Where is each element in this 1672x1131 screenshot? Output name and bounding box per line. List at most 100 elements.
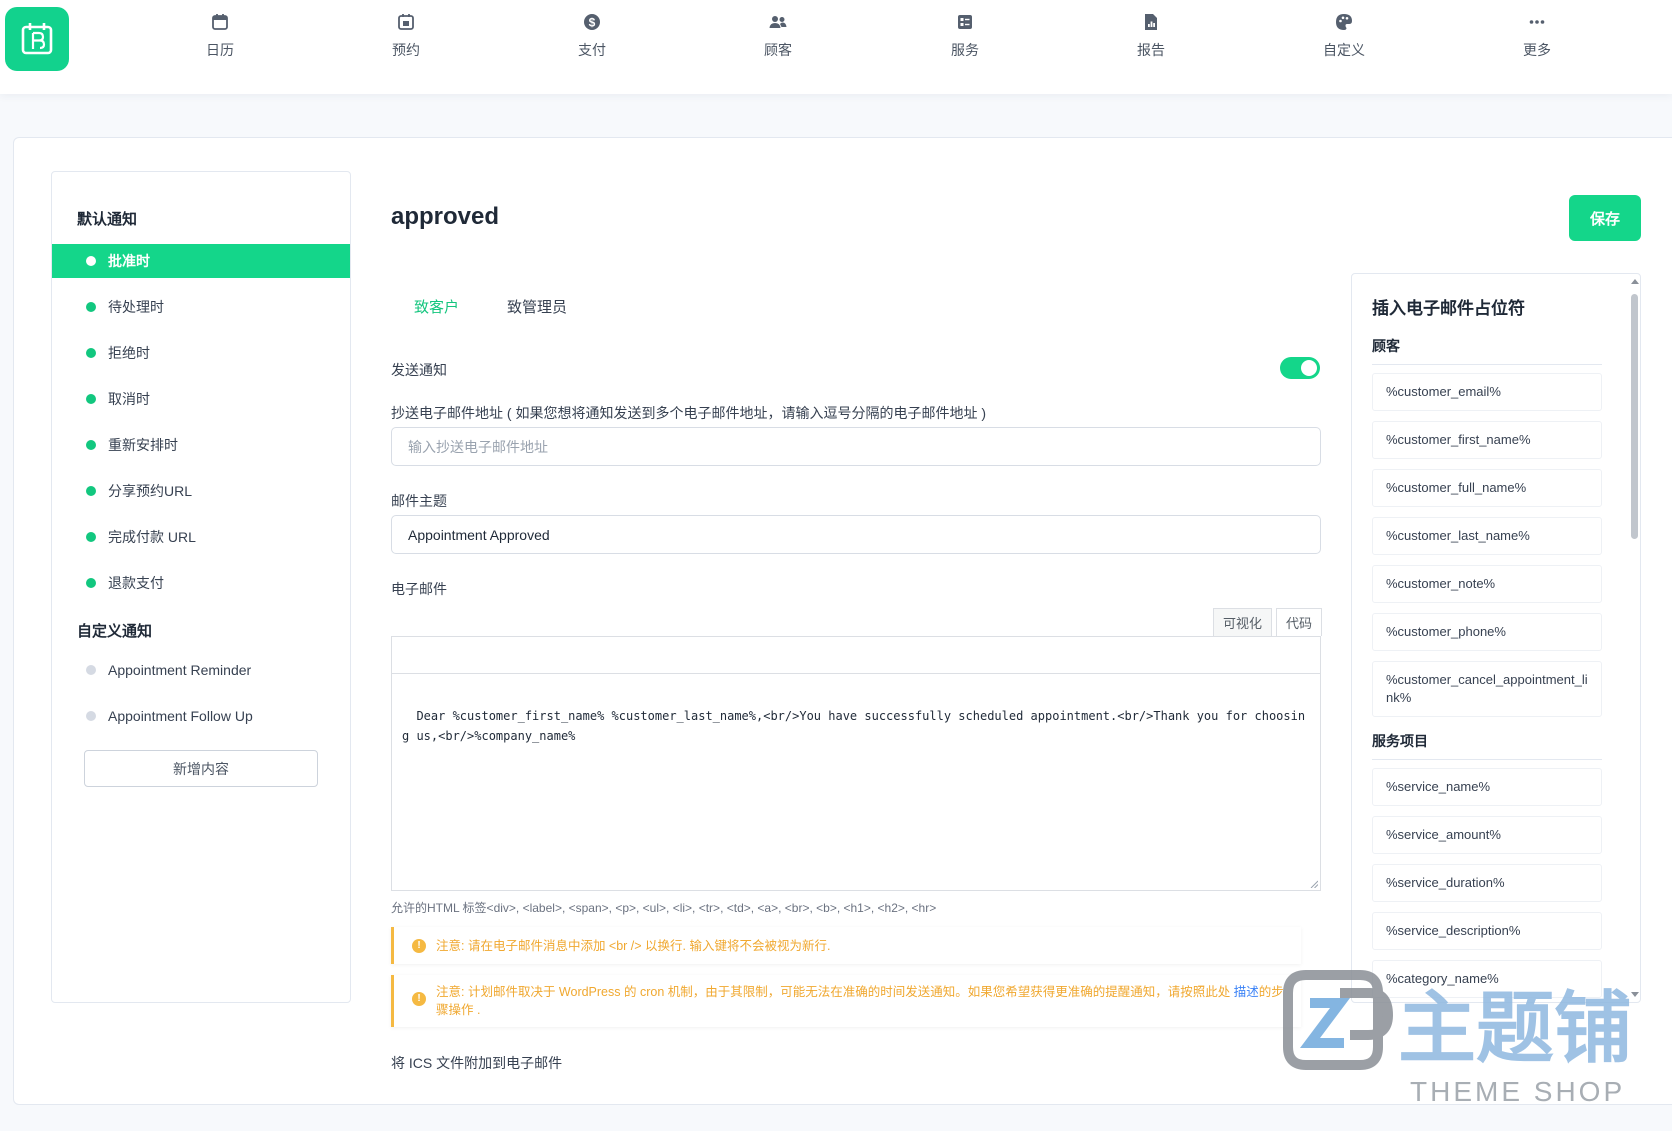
- cron-notice: ! 注意: 计划邮件取决于 WordPress 的 cron 机制，由于其限制，…: [391, 975, 1301, 1027]
- status-dot: [86, 532, 96, 542]
- email-body-editor[interactable]: Dear %customer_first_name% %customer_las…: [391, 673, 1321, 891]
- watermark-main-text: 主题铺: [1398, 984, 1632, 1074]
- sidebar-item-label: 完成付款 URL: [108, 529, 196, 545]
- subject-label: 邮件主题: [391, 493, 447, 509]
- nav-label: 报告: [1137, 42, 1165, 58]
- placeholder-panel-title: 插入电子邮件占位符: [1372, 299, 1525, 318]
- status-dot: [86, 440, 96, 450]
- palette-icon: [1336, 14, 1352, 30]
- tab-to-customer[interactable]: 致客户: [414, 296, 459, 317]
- sidebar-item-payment-url[interactable]: 完成付款 URL: [52, 520, 350, 554]
- placeholder-item[interactable]: %service_amount%: [1372, 816, 1602, 854]
- sidebar-item-label: 待处理时: [108, 299, 164, 315]
- toggle-knob: [1301, 360, 1317, 376]
- nav-item-payments[interactable]: $ 支付: [537, 12, 647, 72]
- notice-text-main: 注意: 计划邮件取决于 WordPress 的 cron 机制，由于其限制，可能…: [436, 985, 1231, 999]
- nav-item-calendar[interactable]: 日历: [165, 12, 275, 72]
- watermark: 主题铺 THEME SHOP: [1280, 963, 1660, 1113]
- notice-text: 注意: 计划邮件取决于 WordPress 的 cron 机制，由于其限制，可能…: [436, 983, 1289, 1019]
- sidebar-item-label: Appointment Reminder: [108, 662, 252, 678]
- placeholder-item[interactable]: %service_name%: [1372, 768, 1602, 806]
- svg-text:$: $: [589, 16, 596, 30]
- sidebar-item-label: 退款支付: [108, 575, 164, 591]
- placeholder-item[interactable]: %customer_cancel_appointment_link%: [1372, 661, 1602, 717]
- nav-item-services[interactable]: 服务: [910, 12, 1020, 72]
- placeholder-item[interactable]: %service_description%: [1372, 912, 1602, 950]
- cc-email-input[interactable]: 输入抄送电子邮件地址: [391, 427, 1321, 466]
- sidebar-item-rescheduled[interactable]: 重新安排时: [52, 428, 350, 462]
- sidebar-item-label: 重新安排时: [108, 437, 178, 453]
- report-icon: [1145, 14, 1157, 30]
- dollar-icon: $: [584, 14, 600, 30]
- notice-link[interactable]: 描述: [1234, 985, 1259, 999]
- attach-ics-label: 将 ICS 文件附加到电子邮件: [391, 1055, 563, 1071]
- placeholder-panel: 插入电子邮件占位符 顾客 %customer_email% %customer_…: [1351, 273, 1641, 1003]
- nav-item-customers[interactable]: 顾客: [723, 12, 833, 72]
- sidebar-item-cancelled[interactable]: 取消时: [52, 382, 350, 416]
- status-dot: [86, 302, 96, 312]
- top-navigation-bar: 日历 预约 $ 支付 顾客 服务 报告 自定义 更多: [0, 0, 1672, 94]
- editor-toolbar: [391, 636, 1321, 674]
- sidebar-item-rejected[interactable]: 拒绝时: [52, 336, 350, 370]
- cc-email-label: 抄送电子邮件地址 ( 如果您想将通知发送到多个电子邮件地址，请输入逗号分隔的电子…: [391, 405, 986, 421]
- sidebar-item-pending[interactable]: 待处理时: [52, 290, 350, 324]
- notice-text: 注意: 请在电子邮件消息中添加 <br /> 以换行. 输入键将不会被视为新行.: [436, 938, 831, 953]
- send-notification-toggle[interactable]: [1280, 357, 1320, 379]
- nav-item-appointments[interactable]: 预约: [351, 12, 461, 72]
- send-notification-label: 发送通知: [391, 362, 447, 378]
- email-body-text: Dear %customer_first_name% %customer_las…: [402, 709, 1306, 743]
- status-dot: [86, 711, 96, 721]
- placeholder-item[interactable]: %customer_last_name%: [1372, 517, 1602, 555]
- status-dot: [86, 348, 96, 358]
- nav-label: 支付: [578, 42, 606, 58]
- line-break-notice: ! 注意: 请在电子邮件消息中添加 <br /> 以换行. 输入键将不会被视为新…: [391, 927, 1301, 964]
- sidebar-item-label: 取消时: [108, 391, 150, 407]
- nav-item-customize[interactable]: 自定义: [1289, 12, 1399, 72]
- email-body-label: 电子邮件: [391, 581, 447, 597]
- subject-input[interactable]: Appointment Approved: [391, 515, 1321, 554]
- placeholder-group-service: 服务项目: [1372, 731, 1602, 760]
- save-button[interactable]: 保存: [1569, 195, 1641, 241]
- sidebar-item-refund[interactable]: 退款支付: [52, 566, 350, 600]
- users-icon: [769, 16, 787, 28]
- scroll-up-icon[interactable]: [1630, 276, 1640, 286]
- sidebar-item-label: 批准时: [108, 253, 150, 269]
- main-nav: 日历 预约 $ 支付 顾客 服务 报告 自定义 更多: [0, 0, 1672, 94]
- placeholder-item[interactable]: %customer_email%: [1372, 373, 1602, 411]
- nav-label: 自定义: [1323, 42, 1365, 58]
- watermark-logo-icon: 主题铺 THEME SHOP: [1283, 970, 1632, 1107]
- placeholder-item[interactable]: %customer_full_name%: [1372, 469, 1602, 507]
- resize-handle-icon[interactable]: [1310, 880, 1318, 888]
- scrollbar-thumb[interactable]: [1631, 294, 1638, 539]
- sidebar-item-approved[interactable]: 批准时: [52, 244, 350, 278]
- sidebar-item-appointment-reminder[interactable]: Appointment Reminder: [52, 653, 350, 687]
- placeholder-group-customer: 顾客: [1372, 336, 1602, 365]
- nav-item-reports[interactable]: 报告: [1096, 12, 1206, 72]
- status-dot: [86, 578, 96, 588]
- add-notification-button[interactable]: 新增内容: [84, 750, 318, 787]
- placeholder-scrollbar[interactable]: [1629, 274, 1640, 1002]
- info-icon: !: [412, 938, 426, 953]
- sidebar-item-share-url[interactable]: 分享预约URL: [52, 474, 350, 508]
- status-dot: [86, 256, 96, 266]
- status-dot: [86, 394, 96, 404]
- tab-visual[interactable]: 可视化: [1213, 608, 1273, 636]
- placeholder-item[interactable]: %customer_first_name%: [1372, 421, 1602, 459]
- allowed-html-tags-hint: 允许的HTML 标签<div>, <label>, <span>, <p>, <…: [391, 901, 937, 915]
- status-dot: [86, 665, 96, 675]
- nav-item-more[interactable]: 更多: [1482, 12, 1592, 72]
- nav-label: 预约: [392, 42, 420, 58]
- status-dot: [86, 486, 96, 496]
- sidebar-item-label: Appointment Follow Up: [108, 708, 253, 724]
- appointment-icon: [398, 14, 414, 30]
- tab-to-admin[interactable]: 致管理员: [507, 296, 567, 317]
- placeholder-item[interactable]: %customer_phone%: [1372, 613, 1602, 651]
- sidebar-item-appointment-follow-up[interactable]: Appointment Follow Up: [52, 699, 350, 733]
- placeholder-item[interactable]: %customer_note%: [1372, 565, 1602, 603]
- page-title: approved: [391, 203, 500, 230]
- nav-label: 更多: [1523, 42, 1551, 58]
- more-icon: [1529, 20, 1545, 24]
- tab-code[interactable]: 代码: [1276, 608, 1323, 636]
- placeholder-item[interactable]: %service_duration%: [1372, 864, 1602, 902]
- info-icon: !: [412, 992, 426, 1006]
